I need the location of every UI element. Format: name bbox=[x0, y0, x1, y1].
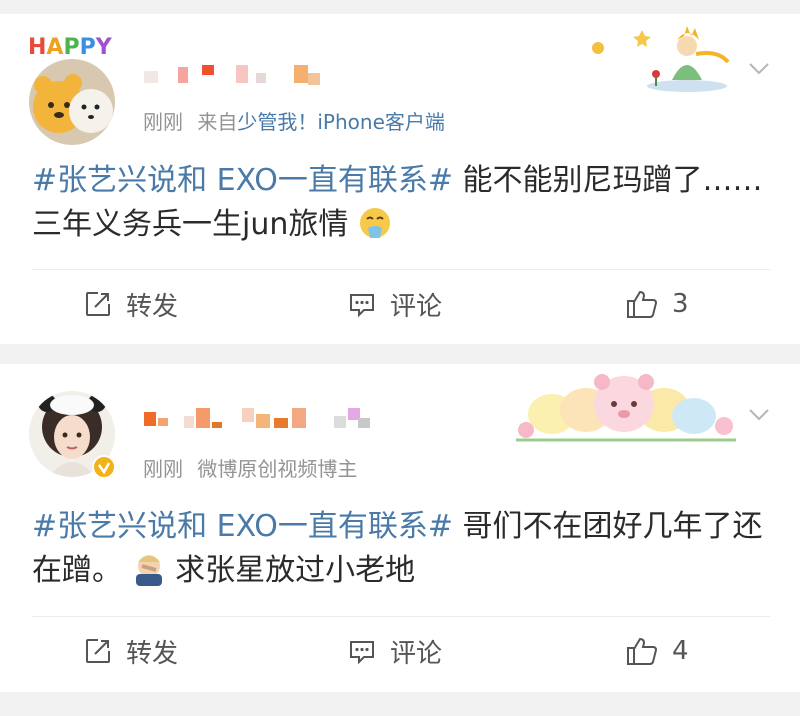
share-icon bbox=[86, 639, 110, 663]
repost-button[interactable]: 转发 bbox=[84, 284, 178, 324]
comment-button[interactable]: 评论 bbox=[348, 284, 442, 324]
share-icon bbox=[86, 292, 110, 316]
post-content: #张艺兴说和 EXO一直有联系# 哥们不在团好几年了还在蹭。 求张星放过小老地 bbox=[32, 505, 772, 593]
like-count: 4 bbox=[672, 636, 689, 666]
username-blurred[interactable] bbox=[144, 65, 324, 85]
comment-label: 评论 bbox=[390, 638, 443, 669]
post-text-tail: 求张星放过小老地 bbox=[165, 553, 416, 588]
happy-badge: HAPPY bbox=[28, 35, 113, 60]
repost-label: 转发 bbox=[126, 291, 179, 322]
like-count: 3 bbox=[672, 289, 689, 319]
chevron-down-icon[interactable] bbox=[748, 62, 770, 76]
post-meta: 刚刚 来自少管我！iPhone客户端 bbox=[143, 106, 445, 135]
thumbs-up-icon bbox=[627, 290, 658, 318]
repost-label: 转发 bbox=[126, 638, 179, 669]
user-title: 微博原创视频博主 bbox=[197, 457, 358, 481]
post-time: 刚刚 bbox=[143, 457, 183, 481]
post-content: #张艺兴说和 EXO一直有联系# 能不能别尼玛蹭了……三年义务兵一生jun旅情 bbox=[32, 159, 772, 247]
thumbs-up-icon bbox=[627, 637, 658, 665]
divider bbox=[32, 616, 770, 617]
action-bar: 转发 评论 3 bbox=[0, 284, 800, 324]
repost-button[interactable]: 转发 bbox=[84, 631, 178, 671]
like-button[interactable]: 3 bbox=[626, 284, 689, 324]
comment-label: 评论 bbox=[390, 291, 443, 322]
weibo-post-2: 刚刚 微博原创视频博主 #张艺兴说和 EXO一直有联系# 哥们不在团好几年了还在… bbox=[0, 364, 800, 692]
source-link[interactable]: 少管我！iPhone客户端 bbox=[237, 110, 445, 134]
man-facepalm-emoji-icon bbox=[135, 555, 162, 586]
flower-bear-decoration bbox=[516, 374, 736, 442]
hashtag-link[interactable]: #张艺兴说和 EXO一直有联系# bbox=[32, 163, 453, 198]
like-button[interactable]: 4 bbox=[626, 631, 689, 671]
comment-icon bbox=[350, 641, 374, 665]
post-time: 刚刚 bbox=[143, 110, 183, 134]
chevron-down-icon[interactable] bbox=[748, 408, 770, 422]
username-blurred[interactable] bbox=[144, 408, 384, 428]
svg-text:HAPPY: HAPPY bbox=[28, 35, 113, 60]
post-meta: 刚刚 微博原创视频博主 bbox=[143, 453, 357, 482]
source-prefix: 来自 bbox=[197, 110, 238, 134]
divider bbox=[32, 269, 770, 270]
weibo-post-1: HAPPY 刚刚 来自少管我！iPhone客户端 #张艺兴说和 EXO一直有联系… bbox=[0, 14, 800, 344]
hashtag-link[interactable]: #张艺兴说和 EXO一直有联系# bbox=[32, 509, 453, 544]
vomit-emoji-icon bbox=[359, 208, 390, 238]
action-bar: 转发 评论 4 bbox=[0, 631, 800, 671]
comment-icon bbox=[350, 294, 374, 318]
verified-badge-icon bbox=[92, 455, 116, 479]
avatar[interactable] bbox=[29, 59, 115, 145]
little-prince-decoration bbox=[592, 26, 730, 92]
comment-button[interactable]: 评论 bbox=[348, 631, 442, 671]
